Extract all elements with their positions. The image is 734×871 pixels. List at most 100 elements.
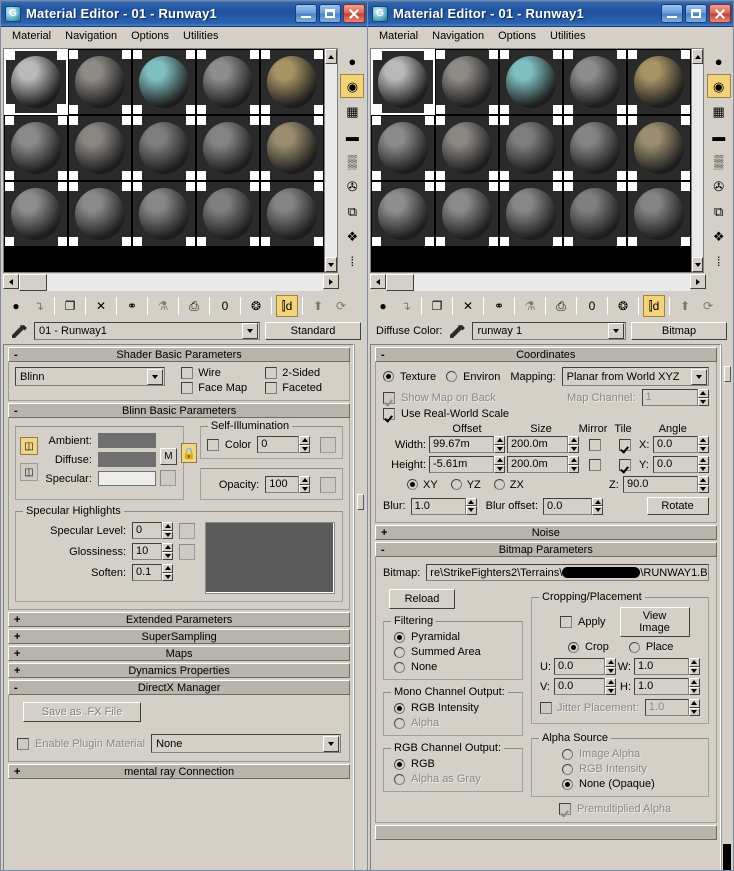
rotate-button[interactable]: Rotate — [646, 497, 709, 515]
make-preview-icon[interactable]: ✇ — [706, 174, 731, 198]
rollout-header-shader-basic[interactable]: - Shader Basic Parameters — [8, 347, 351, 362]
premultiplied-alpha-checkbox[interactable] — [559, 803, 571, 815]
specular-color-swatch[interactable] — [97, 471, 156, 486]
background-checker-icon[interactable]: ▦ — [706, 99, 731, 123]
filtering-pyramidal-radio[interactable] — [394, 631, 405, 643]
rollout-scrollbar-grip[interactable] — [357, 494, 365, 510]
rollout-header-coordinates[interactable]: - Coordinates — [375, 347, 717, 362]
minimize-button[interactable] — [295, 4, 317, 23]
go-forward-to-sibling-icon[interactable]: ⟳ — [697, 295, 719, 317]
width-mirror-checkbox[interactable] — [589, 438, 601, 451]
sample-slot[interactable] — [627, 115, 691, 181]
sample-uv-tiling-icon[interactable]: ▬ — [706, 124, 731, 148]
sample-slot[interactable] — [68, 181, 132, 247]
rollout-header-extended-parameters[interactable]: + Extended Parameters — [8, 612, 351, 627]
rollout-header-partial[interactable] — [375, 825, 717, 840]
select-by-material-icon[interactable]: ❖ — [340, 224, 365, 248]
sample-slot[interactable] — [68, 49, 132, 115]
sample-slot[interactable] — [435, 49, 499, 115]
backlight-icon[interactable]: ◉ — [706, 74, 731, 98]
spinner-arrows[interactable] — [688, 678, 700, 695]
slots-scroll-up-button[interactable] — [692, 49, 704, 64]
filtering-none-radio[interactable] — [394, 661, 405, 673]
sample-slot[interactable] — [260, 181, 324, 247]
diffuse-specular-lock-toggle[interactable]: ◫ — [20, 463, 38, 481]
plane-zx-radio[interactable] — [493, 479, 505, 490]
glossiness-map-button[interactable] — [179, 543, 195, 560]
blur-spinner[interactable]: 1.0 — [410, 497, 477, 515]
slots-hscroll-track[interactable] — [47, 274, 323, 291]
u-spinner[interactable]: 0.0 — [554, 658, 616, 675]
glossiness-value[interactable]: 10 — [132, 543, 162, 560]
v-spinner[interactable]: 0.0 — [554, 678, 616, 695]
get-material-icon[interactable]: ● — [372, 295, 394, 317]
height-size-value[interactable]: 200.0m — [507, 456, 568, 473]
material-name-combo[interactable]: 01 - Runway1 — [34, 322, 260, 340]
show-end-result-icon[interactable]: ⫿d — [276, 295, 298, 317]
rollout-header-maps[interactable]: + Maps — [8, 646, 351, 661]
sample-slot[interactable] — [499, 115, 563, 181]
rollout-header-supersampling[interactable]: + SuperSampling — [8, 629, 351, 644]
material-map-navigator-icon[interactable]: ⁞ — [340, 249, 365, 273]
slots-horizontal-scrollbar-right[interactable] — [370, 274, 706, 291]
put-to-library-icon[interactable]: ⎙ — [550, 295, 572, 317]
alpha-as-gray-radio[interactable] — [394, 773, 405, 785]
angle-x-spinner[interactable]: 0.0 — [653, 436, 709, 453]
slots-vertical-scrollbar-left[interactable] — [324, 48, 338, 273]
sample-slot[interactable] — [4, 115, 68, 181]
chevron-down-icon[interactable] — [242, 323, 258, 339]
minimize-button[interactable] — [661, 4, 683, 23]
rgb-radio[interactable] — [394, 758, 405, 770]
plugin-material-combo[interactable]: None — [151, 734, 342, 753]
view-image-button[interactable]: View Image — [619, 607, 690, 637]
jitter-spinner[interactable]: 1.0 — [644, 699, 700, 716]
plane-yz-radio[interactable] — [450, 479, 462, 490]
close-button[interactable] — [709, 4, 731, 23]
go-forward-to-sibling-icon[interactable]: ⟳ — [330, 295, 352, 317]
spinner-arrows[interactable] — [697, 476, 709, 493]
sample-slot-tools-right[interactable]: ● ◉ ▦ ▬ ▒ ✇ ⧉ ❖ ⁞ — [704, 48, 731, 273]
menu-navigation[interactable]: Navigation — [427, 28, 493, 45]
mono-rgb-intensity-radio[interactable] — [394, 702, 405, 714]
angle-y-spinner[interactable]: 0.0 — [653, 456, 709, 473]
width-offset-spinner[interactable]: 99.67m — [429, 436, 505, 453]
spinner-arrows[interactable] — [568, 436, 579, 453]
slots-scroll-down-button[interactable] — [692, 257, 704, 272]
rollout-scrollbar-right[interactable] — [720, 344, 731, 870]
h-spinner[interactable]: 1.0 — [634, 678, 700, 695]
width-size-value[interactable]: 200.0m — [507, 436, 568, 453]
sample-slot[interactable] — [563, 49, 627, 115]
show-map-in-viewport-icon[interactable]: ❂ — [612, 295, 634, 317]
material-type-button[interactable]: Standard — [265, 322, 361, 340]
material-map-navigator-icon[interactable]: ⁞ — [706, 249, 731, 273]
background-checker-icon[interactable]: ▦ — [340, 99, 365, 123]
specular-level-value[interactable]: 0 — [132, 522, 162, 539]
u-value[interactable]: 0.0 — [554, 658, 605, 675]
material-effects-channel-icon[interactable]: 0 — [581, 295, 603, 317]
opacity-value[interactable]: 100 — [265, 476, 300, 493]
menu-options[interactable]: Options — [493, 28, 545, 45]
backlight-icon[interactable]: ◉ — [340, 74, 365, 98]
spinner-arrows[interactable] — [162, 543, 173, 560]
use-real-world-scale-checkbox[interactable] — [383, 408, 395, 420]
spinner-arrows[interactable] — [605, 658, 616, 675]
diffuse-color-swatch[interactable] — [97, 452, 156, 467]
menu-material[interactable]: Material — [374, 28, 427, 45]
sample-slot[interactable] — [435, 181, 499, 247]
spinner-arrows[interactable] — [299, 476, 311, 493]
rollout-header-directx-manager[interactable]: - DirectX Manager — [8, 680, 351, 695]
none-opaque-radio[interactable] — [562, 778, 573, 790]
eyedropper-icon[interactable] — [9, 322, 29, 340]
spinner-arrows[interactable] — [494, 436, 505, 453]
map-name-combo[interactable]: runway 1 — [472, 322, 626, 340]
material-toolbar-left[interactable]: ● ↴ ❐ ✕ ⚭ ⚗ ⎙ 0 ❂ ⫿d ⬆ ⟳ — [3, 293, 365, 319]
spinner-arrows[interactable] — [162, 522, 173, 539]
make-preview-icon[interactable]: ✇ — [340, 174, 365, 198]
slots-scroll-down-button[interactable] — [325, 257, 337, 272]
mapping-combo[interactable]: Planar from World XYZ — [561, 367, 709, 386]
eyedropper-icon[interactable] — [447, 322, 467, 340]
v-value[interactable]: 0.0 — [554, 678, 605, 695]
maximize-button[interactable] — [319, 4, 341, 23]
put-material-to-scene-icon[interactable]: ↴ — [395, 295, 417, 317]
reset-map-material-icon[interactable]: ✕ — [457, 295, 479, 317]
